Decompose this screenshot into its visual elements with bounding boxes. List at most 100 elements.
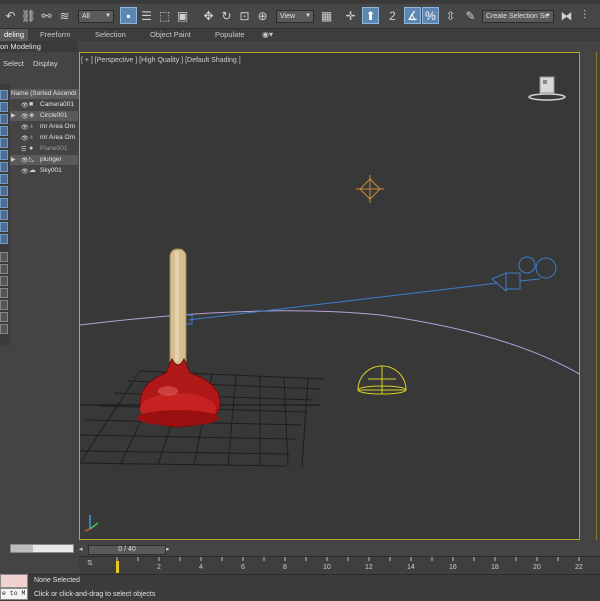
time-slider-next-icon[interactable]: ▸ [166, 545, 175, 555]
tab-modeling[interactable]: deling [0, 29, 29, 41]
list-item[interactable]: 👁 ♁ mr Area Om [10, 133, 78, 143]
expand-arrow-icon[interactable]: ▶ [11, 155, 16, 165]
angle-snap-icon[interactable]: ∡ [404, 7, 421, 24]
omni-light[interactable] [356, 175, 384, 203]
expand-arrow-icon[interactable]: ▶ [11, 111, 16, 121]
prompt-line: Click or click-and-drag to select object… [34, 591, 156, 598]
camera-icon: ■ [29, 101, 34, 108]
track-bar[interactable]: ⇅ 2 4 6 8 10 12 14 16 18 20 22 [79, 556, 600, 575]
display-cameras-icon[interactable] [0, 138, 8, 148]
bind-space-warp-icon[interactable]: ≋ [56, 7, 73, 24]
snaps-toggle-icon[interactable]: 2 [384, 7, 401, 24]
reference-coord-dropdown[interactable]: View ▼ [276, 10, 314, 23]
display-shapes-icon[interactable] [0, 114, 8, 124]
select-object-icon[interactable]: ▪ [120, 7, 137, 24]
select-manipulate-icon[interactable]: ✛ [342, 7, 359, 24]
scrollbar-thumb[interactable] [11, 545, 33, 552]
display-geometry-icon[interactable] [0, 102, 8, 112]
display-lights-icon[interactable] [0, 126, 8, 136]
tab-selection[interactable]: Selection [95, 29, 126, 41]
explorer-menu-select[interactable]: Select [3, 59, 24, 68]
find-icon[interactable] [0, 264, 8, 274]
list-item[interactable]: ▶ 👁 ◺ plunger [10, 155, 78, 165]
list-item[interactable]: 👁 ■ Camera001 [10, 100, 78, 110]
tab-object-paint[interactable]: Object Paint [150, 29, 191, 41]
eye-icon[interactable]: 👁 [21, 156, 29, 165]
mirror-icon[interactable]: ⧓ [558, 7, 575, 24]
tick-label: 20 [533, 564, 541, 571]
light-icon: ♁ [29, 123, 35, 130]
keyboard-shortcut-override-icon[interactable]: ⬆ [362, 7, 379, 24]
tick-label: 12 [365, 564, 373, 571]
undo-icon[interactable]: ↶ [2, 7, 19, 24]
scale-icon[interactable]: ⊡ [236, 7, 253, 24]
tab-populate[interactable]: Populate [215, 29, 245, 41]
eye-icon[interactable]: 👁 [21, 167, 29, 176]
eye-icon[interactable]: 👁 [21, 123, 29, 132]
display-spacewarps-icon[interactable] [0, 162, 8, 172]
viewport-scene[interactable] [80, 53, 580, 540]
plunger-object[interactable] [137, 248, 221, 428]
select-by-name-icon[interactable]: ☰ [138, 7, 155, 24]
display-none-icon[interactable] [0, 90, 8, 100]
display-frozen-icon[interactable] [0, 222, 8, 232]
explorer-menu-display[interactable]: Display [33, 59, 58, 68]
display-bones-icon[interactable] [0, 198, 8, 208]
perspective-viewport[interactable] [79, 52, 580, 540]
layer-icon[interactable] [0, 288, 8, 298]
named-selection-dropdown[interactable]: Create Selection Se ▼ [482, 10, 554, 23]
ribbon-options-icon[interactable]: ◉▾ [262, 29, 273, 41]
time-slider-prev-icon[interactable]: ◂ [79, 545, 88, 555]
list-item[interactable]: 👁 ♁ mr Area Om [10, 122, 78, 132]
maxscript-mini-listener[interactable]: e to M [0, 588, 28, 600]
eye-icon[interactable]: ☰ [21, 145, 26, 154]
window-crossing-icon[interactable]: ▣ [174, 7, 191, 24]
display-xrefs-icon[interactable] [0, 186, 8, 196]
explorer-column-header[interactable]: Name (Sorted Ascendi [10, 89, 79, 99]
display-groups-icon[interactable] [0, 174, 8, 184]
move-icon[interactable]: ✥ [200, 7, 217, 24]
viewcube-icon[interactable] [527, 73, 567, 103]
tick-label: 6 [241, 564, 245, 571]
percent-snap-icon[interactable]: % [422, 7, 439, 24]
rectangular-selection-icon[interactable]: ⬚ [156, 7, 173, 24]
eye-icon[interactable]: 👁 [21, 134, 29, 143]
rotate-icon[interactable]: ↻ [218, 7, 235, 24]
sky-icon: ☁ [29, 167, 36, 174]
sync-icon[interactable] [0, 324, 8, 334]
circle-spline[interactable] [80, 310, 580, 375]
spinner-snap-icon[interactable]: ⇳ [442, 7, 459, 24]
list-item[interactable]: ☰ ● Plane001 [10, 144, 78, 154]
selection-filter-dropdown[interactable]: All ▼ [78, 10, 114, 23]
sphere-icon: ● [29, 145, 34, 152]
align-icon[interactable]: ⫶ [576, 7, 593, 24]
options-icon[interactable] [0, 312, 8, 322]
list-item[interactable]: ▶ 👁 ◈ Circle001 [10, 111, 78, 121]
viewport-label-menu[interactable]: [ + ] [Perspective ] [High Quality ] [De… [81, 57, 241, 64]
time-slider[interactable]: 0 / 40 [88, 545, 166, 555]
light-icon: ♁ [29, 134, 35, 141]
tab-freeform[interactable]: Freeform [40, 29, 70, 41]
display-hidden-icon[interactable] [0, 234, 8, 244]
list-item[interactable]: 👁 ☁ Sky001 [10, 166, 78, 176]
sort-icon[interactable] [0, 276, 8, 286]
display-containers-icon[interactable] [0, 210, 8, 220]
filter-icon[interactable] [0, 252, 8, 262]
edit-named-selection-icon[interactable]: ✎ [462, 7, 479, 24]
area-omni-light[interactable] [357, 365, 407, 395]
link-icon[interactable]: ⛓ [20, 7, 37, 24]
pivot-center-icon[interactable]: ▦ [318, 7, 335, 24]
explorer-horizontal-scrollbar[interactable] [10, 544, 74, 553]
camera-object[interactable] [491, 256, 557, 293]
tick-label: 18 [491, 564, 499, 571]
eye-icon[interactable]: 👁 [21, 112, 29, 121]
place-icon[interactable]: ⊕ [254, 7, 271, 24]
polygon-modeling-label[interactable]: on Modeling [0, 42, 41, 51]
selection-status: None Selected [34, 577, 80, 584]
display-helpers-icon[interactable] [0, 150, 8, 160]
eye-icon[interactable]: 👁 [21, 101, 29, 110]
command-panel-edge [581, 52, 600, 540]
hierarchy-icon[interactable] [0, 300, 8, 310]
maxscript-listener-output[interactable] [0, 574, 28, 588]
unlink-icon[interactable]: ⚯ [38, 7, 55, 24]
